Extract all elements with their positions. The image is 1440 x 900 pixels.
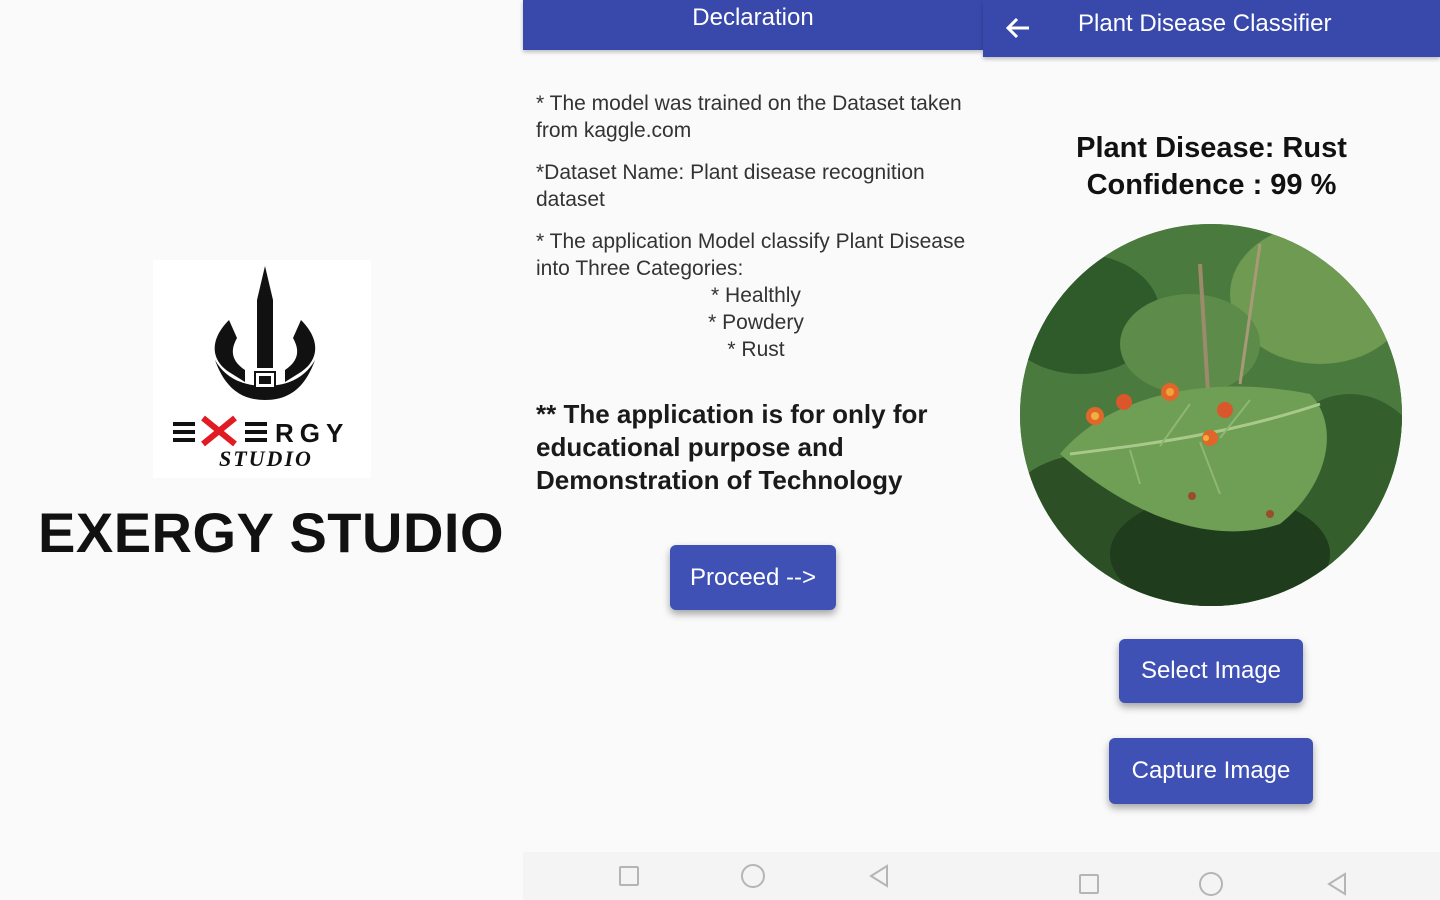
disclaimer-text: ** The application is for only for educa… xyxy=(536,399,928,495)
disease-result: Plant Disease: Rust xyxy=(1076,132,1347,164)
system-nav-bar xyxy=(523,852,983,900)
classifier-screen: Plant Disease Classifier Plant Disease: … xyxy=(983,0,1440,900)
logo-subtitle: STUDIO xyxy=(219,446,313,471)
logo-letters: RGY xyxy=(275,418,349,448)
select-image-button[interactable]: Select Image xyxy=(1119,639,1303,703)
declaration-line-1: * The model was trained on the Dataset t… xyxy=(536,92,962,142)
category-item: * Healthly xyxy=(711,284,801,307)
page-title: Plant Disease Classifier xyxy=(1078,10,1332,37)
page-title: Declaration xyxy=(692,4,814,31)
declaration-screen: Declaration * The model was trained on t… xyxy=(523,0,983,900)
category-item: * Rust xyxy=(727,338,785,361)
app-bar: Plant Disease Classifier xyxy=(983,0,1440,57)
declaration-line-2: *Dataset Name: Plant disease recognition… xyxy=(536,161,925,211)
nav-home-icon[interactable] xyxy=(741,864,765,888)
leaf-image xyxy=(1020,224,1402,606)
trident-logo-icon: RGY STUDIO xyxy=(173,266,349,471)
nav-back-icon[interactable] xyxy=(867,864,891,888)
confidence-result: Confidence : 99 % xyxy=(1086,169,1337,201)
studio-logo: RGY STUDIO xyxy=(153,260,371,478)
nav-recents-icon[interactable] xyxy=(619,866,639,886)
proceed-button[interactable]: Proceed --> xyxy=(670,545,836,610)
nav-back-icon[interactable] xyxy=(1325,872,1349,896)
leaf-photo xyxy=(1020,224,1402,606)
declaration-line-3: * The application Model classify Plant D… xyxy=(536,230,966,280)
system-nav-bar xyxy=(983,852,1440,900)
app-bar: Declaration xyxy=(523,0,983,50)
capture-image-button[interactable]: Capture Image xyxy=(1109,738,1313,804)
category-item: * Powdery xyxy=(708,311,804,334)
splash-screen: RGY STUDIO EXERGY STUDIO xyxy=(0,0,523,900)
nav-home-icon[interactable] xyxy=(1199,872,1223,896)
back-arrow-icon[interactable] xyxy=(1001,11,1035,45)
nav-recents-icon[interactable] xyxy=(1079,874,1099,894)
studio-name: EXERGY STUDIO xyxy=(38,501,505,564)
